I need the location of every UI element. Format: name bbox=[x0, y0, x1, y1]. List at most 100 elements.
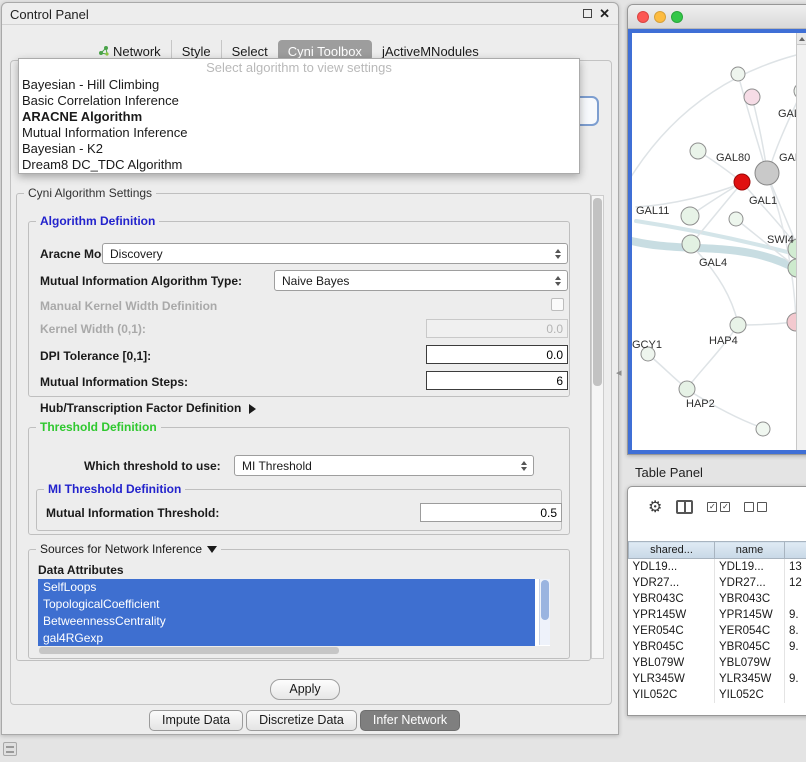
table-row[interactable]: YDR27...YDR27...12 bbox=[629, 575, 806, 591]
network-canvas[interactable]: GAL8GAL80GAL10GAL1GAL11SWI4GAL4GCY1HAP4Y… bbox=[628, 29, 806, 454]
table-cell[interactable]: YIL052C bbox=[715, 687, 785, 703]
table-cell[interactable]: YBR045C bbox=[629, 639, 715, 655]
attributes-vertical-scrollbar[interactable] bbox=[539, 579, 550, 645]
attribute-item[interactable]: BetweennessCentrality bbox=[38, 613, 535, 630]
table-row[interactable]: YDL19...YDL19...13 bbox=[629, 559, 806, 575]
network-window-titlebar[interactable] bbox=[628, 5, 806, 29]
table-row[interactable]: YBR045CYBR045C9. bbox=[629, 639, 806, 655]
table-header-row[interactable]: shared...name bbox=[629, 542, 806, 559]
bottom-tab-infer-network[interactable]: Infer Network bbox=[360, 710, 460, 731]
network-node[interactable] bbox=[682, 235, 700, 253]
table-cell[interactable]: 13 bbox=[785, 559, 806, 575]
network-node[interactable] bbox=[731, 67, 745, 81]
table-cell[interactable]: YER054C bbox=[629, 623, 715, 639]
network-node[interactable] bbox=[787, 313, 796, 331]
scroll-up-arrow-icon[interactable] bbox=[797, 33, 806, 45]
table-cell[interactable]: YBL079W bbox=[715, 655, 785, 671]
table-cell[interactable]: YPR145W bbox=[715, 607, 785, 623]
table-cell[interactable]: YDR27... bbox=[629, 575, 715, 591]
mi-steps-input[interactable] bbox=[426, 371, 568, 390]
collapse-arrow-icon[interactable] bbox=[249, 404, 256, 414]
table-row[interactable]: YBL079WYBL079W bbox=[629, 655, 806, 671]
table-cell[interactable]: YBR043C bbox=[629, 591, 715, 607]
network-node[interactable] bbox=[681, 207, 699, 225]
table-cell[interactable]: YIL052C bbox=[629, 687, 715, 703]
which-threshold-select[interactable]: MI Threshold bbox=[234, 455, 534, 476]
kernel-width-input[interactable] bbox=[426, 319, 568, 338]
dpi-tolerance-input[interactable] bbox=[426, 345, 568, 364]
algorithm-option[interactable]: ARACNE Algorithm bbox=[19, 109, 579, 125]
network-edge[interactable] bbox=[648, 354, 686, 388]
close-window-icon[interactable]: ✕ bbox=[599, 6, 610, 22]
minimize-traffic-light-icon[interactable] bbox=[654, 11, 666, 23]
table-cell[interactable]: YDL19... bbox=[629, 559, 715, 575]
table-column-header[interactable]: name bbox=[715, 542, 785, 559]
close-traffic-light-icon[interactable] bbox=[637, 11, 649, 23]
sources-group-title[interactable]: Sources for Network Inference bbox=[36, 542, 221, 556]
select-all-columns-icon[interactable]: ✓✓ bbox=[707, 502, 730, 512]
table-cell[interactable]: YBR045C bbox=[715, 639, 785, 655]
aracne-mode-select[interactable]: Discovery bbox=[102, 243, 568, 264]
unselect-all-columns-icon[interactable] bbox=[744, 502, 767, 512]
scrollbar-thumb[interactable] bbox=[541, 580, 549, 620]
attribute-item[interactable]: TopologicalCoefficient bbox=[38, 596, 535, 613]
settings-vertical-scrollbar[interactable] bbox=[591, 195, 604, 659]
table-cell[interactable]: YLR345W bbox=[629, 671, 715, 687]
table-cell[interactable] bbox=[785, 687, 806, 703]
algorithm-option[interactable]: Dream8 DC_TDC Algorithm bbox=[19, 157, 579, 173]
algorithm-option[interactable]: Bayesian - Hill Climbing bbox=[19, 77, 579, 93]
network-edge[interactable] bbox=[636, 183, 742, 207]
splitter-collapse-icon[interactable]: ◂ bbox=[616, 366, 622, 379]
manual-kernel-checkbox[interactable] bbox=[551, 298, 564, 311]
table-cell[interactable] bbox=[785, 591, 806, 607]
table-cell[interactable]: 9. bbox=[785, 671, 806, 687]
attribute-item[interactable]: gal4RGexp bbox=[38, 630, 535, 647]
network-node[interactable] bbox=[690, 143, 706, 159]
table-cell[interactable]: YBL079W bbox=[629, 655, 715, 671]
show-columns-icon[interactable] bbox=[676, 500, 693, 514]
table-column-header[interactable]: shared... bbox=[629, 542, 715, 559]
network-node[interactable] bbox=[730, 317, 746, 333]
network-node[interactable] bbox=[755, 161, 779, 185]
table-cell[interactable]: 8. bbox=[785, 623, 806, 639]
network-node[interactable] bbox=[744, 89, 760, 105]
mi-threshold-input[interactable] bbox=[420, 503, 562, 522]
scrollbar-thumb[interactable] bbox=[39, 647, 339, 654]
table-cell[interactable]: YLR345W bbox=[715, 671, 785, 687]
table-cell[interactable]: YDR27... bbox=[715, 575, 785, 591]
table-row[interactable]: YLR345WYLR345W9. bbox=[629, 671, 806, 687]
zoom-traffic-light-icon[interactable] bbox=[671, 11, 683, 23]
table-row[interactable]: YER054CYER054C8. bbox=[629, 623, 806, 639]
table-row[interactable]: YIL052CYIL052C bbox=[629, 687, 806, 703]
algorithm-option[interactable]: Basic Correlation Inference bbox=[19, 93, 579, 109]
float-window-icon[interactable] bbox=[583, 9, 592, 18]
network-node[interactable] bbox=[679, 381, 695, 397]
attributes-horizontal-scrollbar[interactable] bbox=[38, 646, 550, 655]
expand-arrow-icon[interactable] bbox=[207, 546, 217, 553]
table-row[interactable]: YPR145WYPR145W9. bbox=[629, 607, 806, 623]
mi-algorithm-type-select[interactable]: Naive Bayes bbox=[274, 270, 568, 291]
apply-button[interactable]: Apply bbox=[270, 679, 340, 700]
attribute-item[interactable]: SelfLoops bbox=[38, 579, 535, 596]
algorithm-option[interactable]: Mutual Information Inference bbox=[19, 125, 579, 141]
hub-definition-toggle[interactable]: Hub/Transcription Factor Definition bbox=[40, 401, 256, 415]
table-cell[interactable] bbox=[785, 655, 806, 671]
table-cell[interactable]: YDL19... bbox=[715, 559, 785, 575]
scrollbar-thumb[interactable] bbox=[593, 198, 602, 386]
network-graph[interactable]: GAL8GAL80GAL10GAL1GAL11SWI4GAL4GCY1HAP4Y… bbox=[632, 33, 796, 450]
table-row[interactable]: YBR043CYBR043C bbox=[629, 591, 806, 607]
table-settings-gear-icon[interactable]: ⚙ bbox=[648, 497, 662, 517]
table-cell[interactable]: YER054C bbox=[715, 623, 785, 639]
network-node[interactable] bbox=[756, 422, 770, 436]
table-column-header[interactable] bbox=[785, 542, 806, 559]
network-node[interactable] bbox=[734, 174, 750, 190]
algorithm-option[interactable]: Bayesian - K2 bbox=[19, 141, 579, 157]
table-cell[interactable]: YPR145W bbox=[629, 607, 715, 623]
bottom-tab-impute-data[interactable]: Impute Data bbox=[149, 710, 243, 731]
network-node[interactable] bbox=[729, 212, 743, 226]
table-cell[interactable]: 12 bbox=[785, 575, 806, 591]
bottom-tab-discretize-data[interactable]: Discretize Data bbox=[246, 710, 357, 731]
panel-grip-icon[interactable] bbox=[3, 742, 17, 756]
network-vertical-scrollbar[interactable] bbox=[796, 33, 806, 450]
table-cell[interactable]: YBR043C bbox=[715, 591, 785, 607]
